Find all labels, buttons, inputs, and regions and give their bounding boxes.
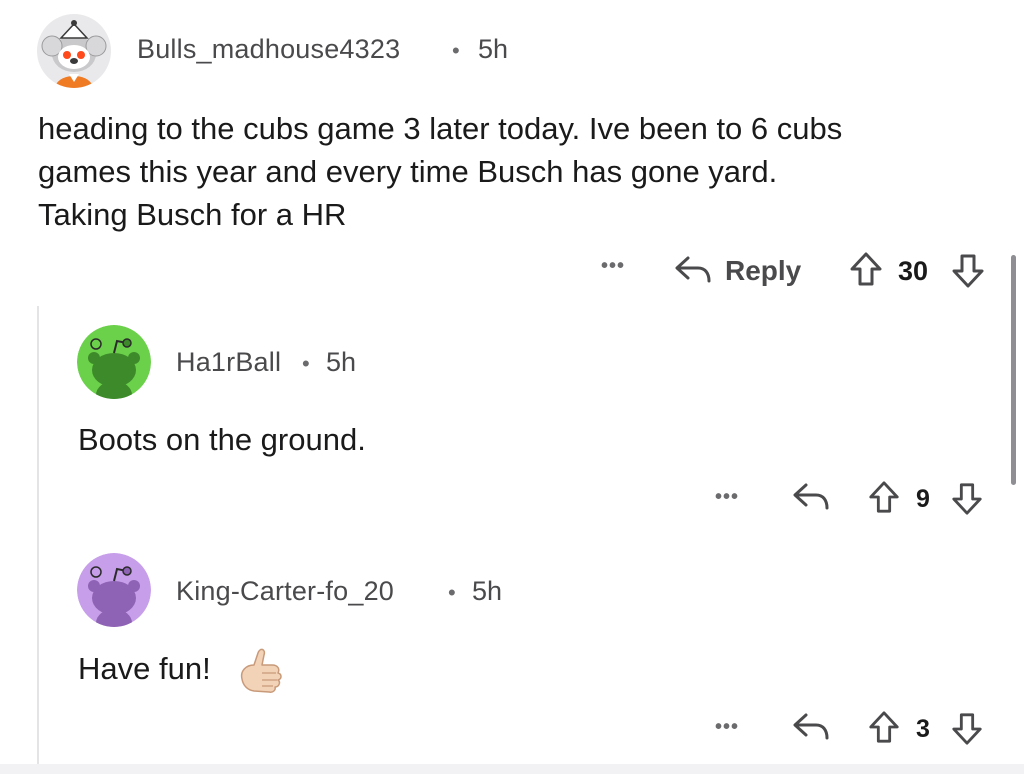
downvote-arrow-icon[interactable] [950, 253, 986, 289]
comment-3: King-Carter-fo_20 • 5h Have fun! ••• 3 [40, 530, 1024, 760]
comment-body: Have fun! [78, 651, 211, 686]
user-avatar[interactable] [77, 325, 151, 399]
comment-body: heading to the cubs game 3 later today. … [38, 111, 843, 232]
koala-avatar-icon [41, 20, 107, 88]
comment-username[interactable]: Bulls_madhouse4323 [137, 34, 400, 65]
reply-arrow-icon[interactable] [792, 710, 830, 744]
scrollbar[interactable] [1011, 255, 1016, 485]
more-options-icon[interactable]: ••• [601, 255, 625, 278]
comment-timestamp: 5h [472, 576, 503, 606]
comment-body: Boots on the ground. [78, 422, 366, 457]
more-options-icon[interactable]: ••• [715, 716, 739, 739]
comment-1: Bulls_madhouse4323 • 5h heading to the c… [0, 0, 1024, 290]
comment-body-row: Have fun! [78, 643, 978, 693]
downvote-arrow-icon[interactable] [950, 482, 984, 516]
call-me-hand-emoji [240, 648, 282, 693]
thread-line[interactable] [37, 306, 39, 766]
user-avatar[interactable] [37, 14, 111, 88]
meta-separator: • [452, 38, 460, 63]
comment-username[interactable]: King-Carter-fo_20 [176, 576, 394, 607]
upvote-arrow-icon[interactable] [867, 480, 901, 514]
upvote-arrow-icon[interactable] [867, 710, 901, 744]
more-options-icon[interactable]: ••• [715, 486, 739, 509]
comment-timestamp: 5h [326, 347, 357, 377]
reply-arrow-icon[interactable] [792, 480, 830, 514]
user-avatar[interactable] [77, 553, 151, 627]
comment-2: Ha1rBall • 5h Boots on the ground. ••• 9 [40, 300, 1024, 530]
upvote-arrow-icon[interactable] [848, 251, 884, 287]
downvote-arrow-icon[interactable] [950, 712, 984, 746]
vote-count: 9 [916, 485, 930, 513]
snoo-avatar-icon [77, 553, 151, 627]
comment-timestamp: 5h [478, 34, 509, 64]
bottom-divider [0, 764, 1024, 774]
reply-arrow-icon [675, 256, 711, 283]
reply-button[interactable]: Reply [674, 251, 809, 289]
vote-count: 3 [916, 715, 930, 743]
meta-separator: • [302, 351, 310, 376]
meta-separator: • [448, 580, 456, 605]
comment-username[interactable]: Ha1rBall [176, 347, 281, 378]
vote-count: 30 [898, 256, 929, 286]
snoo-avatar-icon [77, 325, 151, 399]
reply-label: Reply [725, 255, 802, 286]
